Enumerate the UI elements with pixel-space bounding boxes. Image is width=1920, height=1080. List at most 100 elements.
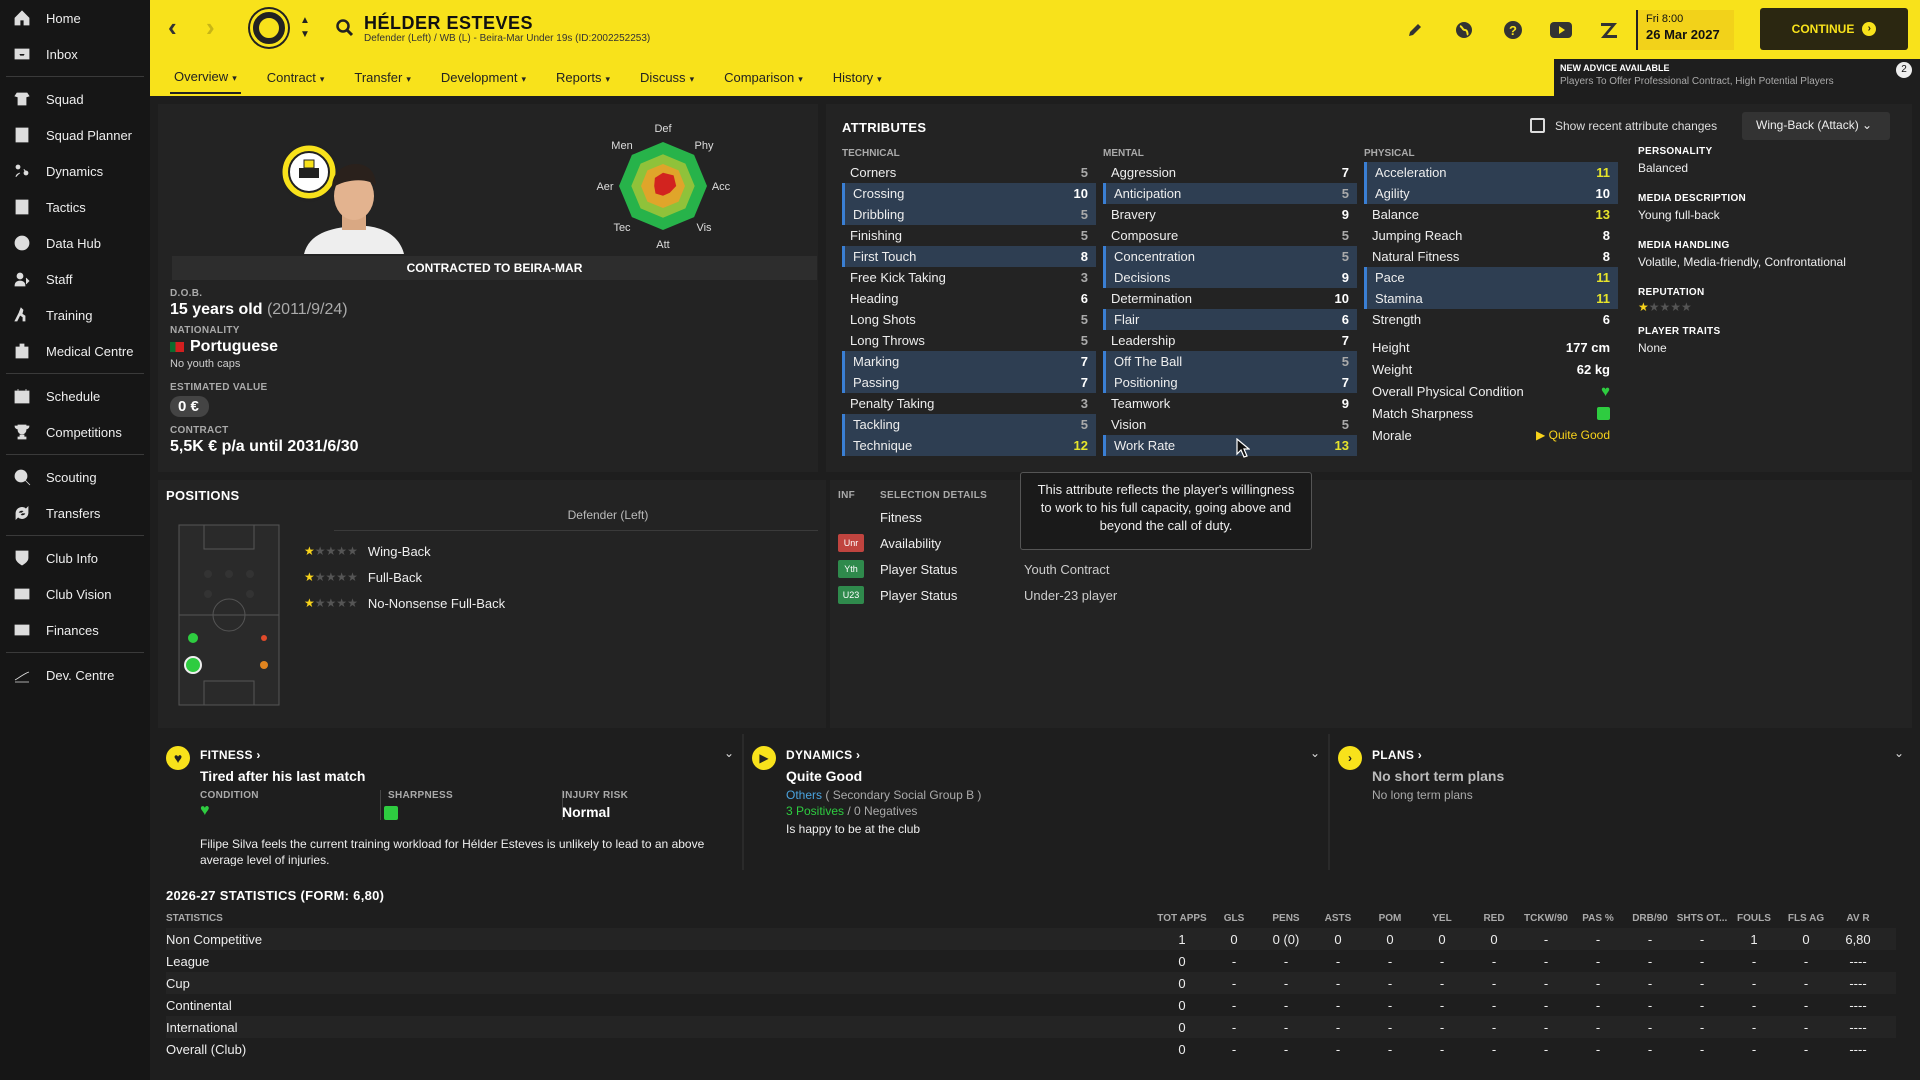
sidebar-item-scouting[interactable]: Scouting (0, 459, 150, 495)
table-row[interactable]: Continental 0- - - - - - - - - - - - ---- (166, 994, 1896, 1016)
position-row[interactable]: ★★★★★ No-Nonsense Full-Back (304, 590, 505, 616)
advice-notification[interactable]: NEW ADVICE AVAILABLE Players To Offer Pr… (1554, 59, 1920, 96)
attribute-row[interactable]: Corners 5 (842, 162, 1096, 183)
sidebar-item-club-info[interactable]: Club Info (0, 540, 150, 576)
table-row[interactable]: Cup 0- - - - - - - - - - - - ---- (166, 972, 1896, 994)
attribute-row[interactable]: Anticipation 5 (1103, 183, 1357, 204)
attribute-row[interactable]: Long Throws 5 (842, 330, 1096, 351)
tab-transfer[interactable]: Transfer ▾ (350, 62, 414, 93)
position-row[interactable]: ★★★★★ Full-Back (304, 564, 505, 590)
sidebar-item-tactics[interactable]: Tactics (0, 189, 150, 225)
tab-overview[interactable]: Overview ▾ (170, 61, 241, 94)
sidebar-item-dynamics[interactable]: Dynamics (0, 153, 150, 189)
role-dropdown[interactable]: Wing-Back (Attack) ⌄ (1742, 112, 1890, 140)
attribute-row[interactable]: Free Kick Taking 3 (842, 267, 1096, 288)
stats-column-header[interactable]: SHTS OT... (1676, 913, 1728, 924)
tab-development[interactable]: Development ▾ (437, 62, 530, 93)
stats-column-header[interactable]: FLS AG (1780, 913, 1832, 924)
sidebar-item-club-vision[interactable]: Club Vision (0, 576, 150, 612)
attribute-row[interactable]: First Touch 8 (842, 246, 1096, 267)
table-row[interactable]: International 0- - - - - - - - - - - - ---- (166, 1016, 1896, 1038)
sidebar-item-squad[interactable]: Squad (0, 81, 150, 117)
forward-button[interactable]: › (206, 14, 230, 41)
sidebar-item-staff[interactable]: Staff (0, 261, 150, 297)
attribute-row[interactable]: Work Rate 13 (1103, 435, 1357, 456)
club-crest-icon[interactable] (250, 9, 288, 47)
world-icon[interactable] (1453, 19, 1475, 41)
attribute-row[interactable]: Heading 6 (842, 288, 1096, 309)
stats-column-header[interactable]: TCKW/90 (1520, 913, 1572, 924)
attribute-row[interactable]: Natural Fitness 8 (1364, 246, 1618, 267)
attribute-row[interactable]: Dribbling 5 (842, 204, 1096, 225)
stats-column-header[interactable]: PENS (1260, 913, 1312, 924)
attribute-row[interactable]: Pace 11 (1364, 267, 1618, 288)
help-icon[interactable]: ? (1502, 19, 1524, 41)
stats-column-header[interactable]: TOT APPS (1156, 913, 1208, 924)
chevron-down-icon[interactable]: ⌄ (1310, 746, 1320, 760)
sidebar-item-inbox[interactable]: Inbox (0, 36, 150, 72)
sidebar-item-schedule[interactable]: Schedule (0, 378, 150, 414)
selection-row[interactable]: Yth Player Status Youth Contract (838, 556, 1338, 582)
negatives-count[interactable]: 0 Negatives (854, 804, 917, 818)
attribute-row[interactable]: Tackling 5 (842, 414, 1096, 435)
stats-column-header[interactable]: DRB/90 (1624, 913, 1676, 924)
selection-row[interactable]: U23 Player Status Under-23 player (838, 582, 1338, 608)
attribute-row[interactable]: Aggression 7 (1103, 162, 1357, 183)
table-row[interactable]: Overall (Club) 0- - - - - - - - - - - - ---- (166, 1038, 1896, 1060)
attribute-row[interactable]: Technique 12 (842, 435, 1096, 456)
attribute-row[interactable]: Composure 5 (1103, 225, 1357, 246)
sidebar-item-data-hub[interactable]: Data Hub (0, 225, 150, 261)
tab-comparison[interactable]: Comparison ▾ (720, 62, 807, 93)
sidebar-item-training[interactable]: Training (0, 297, 150, 333)
attribute-row[interactable]: Penalty Taking 3 (842, 393, 1096, 414)
attribute-row[interactable]: Determination 10 (1103, 288, 1357, 309)
fitness-title-link[interactable]: FITNESS › (200, 748, 261, 762)
attribute-row[interactable]: Passing 7 (842, 372, 1096, 393)
attribute-row[interactable]: Positioning 7 (1103, 372, 1357, 393)
attribute-row[interactable]: Concentration 5 (1103, 246, 1357, 267)
chevron-down-icon[interactable]: ⌄ (724, 746, 734, 760)
table-row[interactable]: League 0- - - - - - - - - - - - ---- (166, 950, 1896, 972)
tab-discuss[interactable]: Discuss ▾ (636, 62, 698, 93)
sidebar-item-home[interactable]: Home (0, 0, 150, 36)
attribute-row[interactable]: Marking 7 (842, 351, 1096, 372)
estimated-value[interactable]: 0 € (170, 396, 209, 417)
stats-column-header[interactable]: ASTS (1312, 913, 1364, 924)
attribute-row[interactable]: Bravery 9 (1103, 204, 1357, 225)
dynamics-title-link[interactable]: DYNAMICS › (786, 748, 860, 762)
show-changes-checkbox[interactable] (1530, 118, 1545, 133)
sidebar-item-transfers[interactable]: Transfers (0, 495, 150, 531)
stats-column-header[interactable]: GLS (1208, 913, 1260, 924)
back-button[interactable]: ‹ (168, 14, 192, 41)
player-navigate-updown[interactable]: ▲ ▼ (300, 14, 310, 42)
stats-column-header[interactable]: FOULS (1728, 913, 1780, 924)
attribute-row[interactable]: Vision 5 (1103, 414, 1357, 435)
attribute-row[interactable]: Leadership 7 (1103, 330, 1357, 351)
sidebar-item-dev-centre[interactable]: Dev. Centre (0, 657, 150, 693)
edit-icon[interactable] (1404, 19, 1426, 41)
stats-column-header[interactable]: YEL (1416, 913, 1468, 924)
attribute-row[interactable]: Stamina 11 (1364, 288, 1618, 309)
sidebar-item-medical-centre[interactable]: Medical Centre (0, 333, 150, 369)
attribute-row[interactable]: Finishing 5 (842, 225, 1096, 246)
fm-logo-icon[interactable] (1598, 19, 1620, 41)
attribute-row[interactable]: Off The Ball 5 (1103, 351, 1357, 372)
sidebar-item-squad-planner[interactable]: Squad Planner (0, 117, 150, 153)
attribute-row[interactable]: Jumping Reach 8 (1364, 225, 1618, 246)
attribute-row[interactable]: Acceleration 11 (1364, 162, 1618, 183)
stats-column-header[interactable]: AV R (1832, 913, 1884, 924)
attribute-row[interactable]: Teamwork 9 (1103, 393, 1357, 414)
sidebar-item-finances[interactable]: Finances (0, 612, 150, 648)
attribute-row[interactable]: Crossing 10 (842, 183, 1096, 204)
tab-history[interactable]: History ▾ (829, 62, 886, 93)
sidebar-item-competitions[interactable]: Competitions (0, 414, 150, 450)
attribute-row[interactable]: Balance 13 (1364, 204, 1618, 225)
stats-column-header[interactable]: PAS % (1572, 913, 1624, 924)
table-row[interactable]: Non Competitive 1 0 0 (0) 0 0 0 0 - - - - 1 0 6,80 (166, 928, 1896, 950)
attribute-row[interactable]: Strength 6 (1364, 309, 1618, 330)
continue-button[interactable]: CONTINUE › (1760, 8, 1908, 50)
tab-reports[interactable]: Reports ▾ (552, 62, 614, 93)
attribute-row[interactable]: Decisions 9 (1103, 267, 1357, 288)
attribute-row[interactable]: Flair 6 (1103, 309, 1357, 330)
attribute-row[interactable]: Long Shots 5 (842, 309, 1096, 330)
